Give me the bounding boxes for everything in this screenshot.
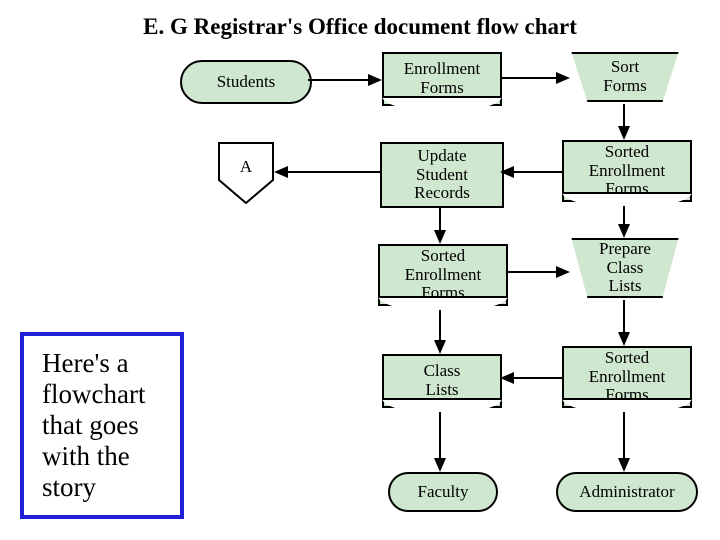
trapezoid-prepare-class-lists: PrepareClassLists (558, 238, 692, 298)
page-title: E. G Registrar's Office document flow ch… (143, 14, 577, 40)
label: UpdateStudentRecords (414, 147, 470, 203)
document-class-lists: ClassLists (382, 354, 502, 408)
label: SortForms (603, 58, 646, 95)
label: Administrator (579, 483, 674, 502)
arrow-sorted1-update (500, 164, 562, 180)
label: ClassLists (424, 362, 461, 399)
terminator-students: Students (180, 60, 312, 104)
label: Students (217, 73, 276, 92)
label: EnrollmentForms (404, 60, 480, 97)
arrow-enrollment-sort (500, 70, 570, 86)
arrow-students-enrollment (308, 72, 382, 88)
document-sorted-enrollment-forms-3: SortedEnrollmentForms (562, 346, 692, 408)
label: SortedEnrollmentForms (589, 349, 665, 405)
arrow-classlists-down (432, 412, 448, 472)
arrow-sorted1-down (616, 206, 632, 238)
label: SortedEnrollmentForms (589, 143, 665, 199)
document-sorted-enrollment-forms-1: SortedEnrollmentForms (562, 140, 692, 202)
terminator-faculty: Faculty (388, 472, 498, 512)
arrow-update-offpage (274, 164, 380, 180)
terminator-administrator: Administrator (556, 472, 698, 512)
document-enrollment-forms: EnrollmentForms (382, 52, 502, 106)
label: Faculty (418, 483, 469, 502)
caption-box: Here's a flowchart that goes with the st… (20, 332, 184, 519)
arrow-sorted3-down (616, 412, 632, 472)
trapezoid-sort-forms: SortForms (558, 52, 692, 102)
arrow-sorted2-right (506, 264, 570, 280)
arrow-prepare-down (616, 300, 632, 346)
arrow-update-down (432, 206, 448, 244)
arrow-sort-down (616, 104, 632, 140)
label: SortedEnrollmentForms (405, 247, 481, 303)
label: PrepareClassLists (599, 240, 651, 296)
arrow-sorted3-left (500, 370, 562, 386)
offpage-connector-a: A (218, 142, 274, 204)
label: A (240, 158, 252, 177)
process-update-student-records: UpdateStudentRecords (380, 142, 504, 208)
arrow-sorted2-down (432, 310, 448, 354)
document-sorted-enrollment-forms-2: SortedEnrollmentForms (378, 244, 508, 306)
